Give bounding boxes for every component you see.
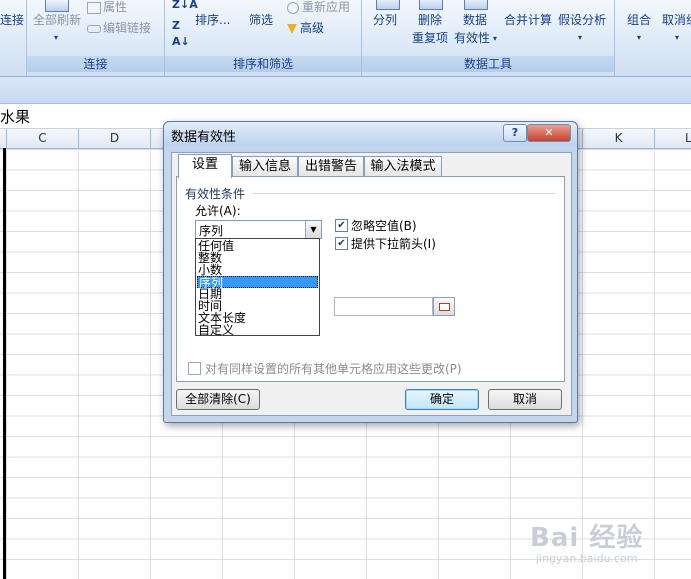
chevron-down-icon[interactable]: ▼ bbox=[305, 221, 321, 238]
data-validation-icon bbox=[464, 0, 488, 10]
checkmark-icon: ✔ bbox=[337, 220, 346, 231]
group-button[interactable]: 组合 bbox=[627, 12, 651, 28]
range-select-button[interactable] bbox=[433, 297, 455, 316]
dialog-body: 设置 输入信息 出错警告 输入法模式 有效性条件 允许(A): 序列 ▼ 任何值… bbox=[171, 152, 572, 416]
settings-pane: 有效性条件 允许(A): 序列 ▼ 任何值 整数 小数 序列 日期 时间 文本长… bbox=[176, 176, 565, 382]
advanced-button[interactable]: 高级 bbox=[287, 20, 324, 36]
ignore-blank-label: 忽略空值(B) bbox=[351, 219, 417, 233]
apply-all-label: 对有同样设置的所有其他单元格应用这些更改(P) bbox=[205, 362, 462, 376]
group-label-sort-filter: 排序和筛选 bbox=[165, 56, 361, 72]
data-validation-button[interactable]: 数据 bbox=[463, 12, 487, 28]
formula-content: 水果 bbox=[0, 108, 31, 126]
sort-az-icon[interactable]: Z↓A bbox=[172, 0, 198, 13]
properties-button[interactable]: 属性 bbox=[87, 0, 127, 15]
help-button[interactable]: ? bbox=[503, 124, 527, 142]
dialog-title: 数据有效性 bbox=[171, 130, 237, 145]
advanced-filter-icon bbox=[287, 23, 297, 34]
allow-dropdown-value: 序列 bbox=[199, 224, 224, 238]
chevron-down-icon: ▾ bbox=[493, 34, 498, 43]
remove-duplicates-icon bbox=[419, 0, 443, 10]
section-divider bbox=[253, 193, 555, 194]
reapply-icon bbox=[287, 1, 299, 14]
column-header[interactable]: K bbox=[583, 129, 655, 148]
selection-border bbox=[3, 148, 6, 579]
tab-input-message[interactable]: 输入信息 bbox=[232, 156, 298, 177]
column-header-partial[interactable] bbox=[0, 129, 7, 148]
ribbon-group-get-external: 连接 bbox=[0, 0, 27, 76]
checkmark-icon: ✔ bbox=[337, 238, 346, 249]
list-item[interactable]: 自定义 bbox=[197, 324, 319, 336]
list-item[interactable]: 小数 bbox=[197, 264, 319, 276]
clear-all-button[interactable]: 全部清除(C) bbox=[176, 389, 260, 410]
dialog-titlebar[interactable]: 数据有效性 ? ✕ bbox=[164, 122, 577, 146]
data-validation-button-line2[interactable]: 有效性 bbox=[454, 30, 490, 46]
chevron-down-icon: ▾ bbox=[675, 33, 680, 42]
ignore-blank-checkbox[interactable]: ✔ bbox=[335, 219, 348, 232]
column-header[interactable]: C bbox=[7, 129, 79, 148]
ribbon-group-sort-filter: Z↓A Z A↓ 排序... 筛选 重新应用 高级 排序和筛选 bbox=[165, 0, 362, 76]
allow-dropdown[interactable]: 序列 ▼ bbox=[195, 220, 322, 239]
tab-ime-mode[interactable]: 输入法模式 bbox=[364, 156, 442, 177]
watermark-url: jingyan.baidu.com bbox=[536, 552, 638, 565]
cancel-button[interactable]: 取消 bbox=[488, 389, 562, 410]
ungroup-button[interactable]: 取消组 bbox=[662, 12, 691, 28]
close-icon: ✕ bbox=[544, 126, 554, 139]
watermark-logo: Bai 经验 bbox=[530, 523, 644, 553]
remove-duplicates-button-line2[interactable]: 重复项 bbox=[412, 30, 448, 46]
sort-za-icon[interactable]: Z A↓ bbox=[172, 18, 190, 50]
dropdown-arrow-checkbox[interactable]: ✔ bbox=[335, 237, 348, 250]
group-label-data-tools: 数据工具 bbox=[362, 56, 614, 72]
what-if-button[interactable]: 假设分析 bbox=[558, 12, 606, 28]
remove-duplicates-button[interactable]: 删除 bbox=[418, 12, 442, 28]
allow-options-list[interactable]: 任何值 整数 小数 序列 日期 时间 文本长度 自定义 bbox=[195, 238, 320, 336]
refresh-all-button[interactable]: 全部刷新 bbox=[33, 12, 81, 28]
ribbon: 连接 全部刷新 ▾ 属性 编辑链接 连接 Z↓A Z A↓ 排序... 筛选 重新… bbox=[0, 0, 691, 77]
text-to-columns-icon bbox=[376, 0, 400, 10]
source-input[interactable] bbox=[334, 297, 433, 316]
ribbon-bottom-strip bbox=[0, 77, 691, 104]
partial-button[interactable]: 连接 bbox=[0, 12, 24, 28]
column-header[interactable]: L bbox=[655, 129, 691, 148]
link-icon bbox=[87, 24, 101, 33]
chevron-down-icon: ▾ bbox=[54, 33, 59, 42]
properties-icon bbox=[87, 1, 101, 14]
ok-button[interactable]: 确定 bbox=[405, 389, 479, 410]
filter-button[interactable]: 筛选 bbox=[249, 12, 273, 28]
edit-links-button[interactable]: 编辑链接 bbox=[87, 20, 151, 36]
chevron-down-icon: ▾ bbox=[637, 33, 642, 42]
range-select-icon bbox=[439, 303, 450, 311]
text-to-columns-button[interactable]: 分列 bbox=[373, 12, 397, 28]
chevron-down-icon: ▾ bbox=[578, 33, 583, 42]
ribbon-group-outline: 组合 ▾ 取消组 ▾ bbox=[615, 0, 691, 76]
refresh-all-icon bbox=[45, 0, 69, 12]
ribbon-group-connections: 全部刷新 ▾ 属性 编辑链接 连接 bbox=[27, 0, 165, 76]
reapply-button[interactable]: 重新应用 bbox=[287, 0, 350, 15]
section-title: 有效性条件 bbox=[185, 187, 246, 201]
ribbon-group-data-tools: 分列 删除 重复项 数据 有效性 ▾ 合并计算 假设分析 ▾ 数据工具 bbox=[362, 0, 615, 76]
close-button[interactable]: ✕ bbox=[527, 124, 571, 142]
dropdown-arrow-label: 提供下拉箭头(I) bbox=[351, 237, 436, 251]
apply-all-checkbox[interactable] bbox=[188, 362, 201, 375]
consolidate-button[interactable]: 合并计算 bbox=[504, 12, 552, 28]
group-label-connections: 连接 bbox=[27, 56, 164, 72]
tab-error-alert[interactable]: 出错警告 bbox=[298, 156, 364, 177]
data-validation-dialog: 数据有效性 ? ✕ 设置 输入信息 出错警告 输入法模式 有效性条件 允许(A)… bbox=[163, 121, 578, 423]
tab-settings[interactable]: 设置 bbox=[178, 154, 232, 178]
column-header[interactable]: D bbox=[79, 129, 151, 148]
sort-button[interactable]: 排序... bbox=[195, 12, 230, 28]
allow-label: 允许(A): bbox=[195, 204, 241, 218]
